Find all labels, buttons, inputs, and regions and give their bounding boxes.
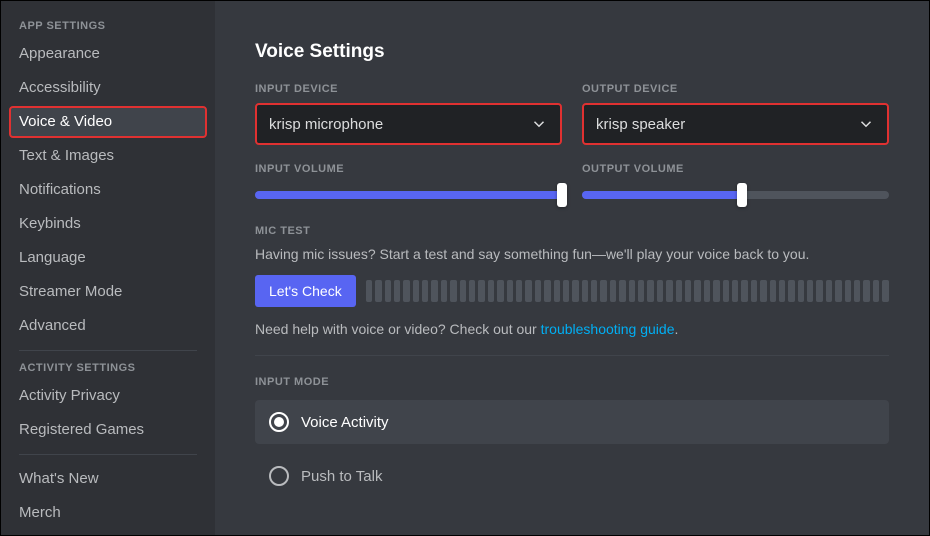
sidebar-item-registered-games[interactable]: Registered Games: [9, 414, 207, 446]
sidebar-item-notifications[interactable]: Notifications: [9, 174, 207, 206]
mic-test-label: Mic Test: [255, 225, 889, 237]
radio-unselected-icon: [269, 466, 289, 486]
mic-test-button[interactable]: Let's Check: [255, 275, 356, 307]
input-mode-voice-activity[interactable]: Voice Activity: [255, 400, 889, 444]
input-volume-slider[interactable]: [255, 183, 562, 207]
section-divider: [255, 355, 889, 356]
output-device-select[interactable]: krisp speaker: [582, 103, 889, 145]
radio-label: Push to Talk: [301, 468, 382, 485]
output-device-value: krisp speaker: [596, 116, 685, 133]
sidebar-item-accessibility[interactable]: Accessibility: [9, 72, 207, 104]
help-text-suffix: .: [675, 321, 679, 337]
chevron-down-icon: [857, 115, 875, 133]
help-text-prefix: Need help with voice or video? Check out…: [255, 321, 541, 337]
sidebar-item-keybinds[interactable]: Keybinds: [9, 208, 207, 240]
mic-test-description: Having mic issues? Start a test and say …: [255, 245, 889, 263]
sidebar-item-text-images[interactable]: Text & Images: [9, 140, 207, 172]
sidebar-item-streamer-mode[interactable]: Streamer Mode: [9, 276, 207, 308]
sidebar-item-advanced[interactable]: Advanced: [9, 310, 207, 342]
input-device-label: Input Device: [255, 83, 562, 95]
sidebar-item-language[interactable]: Language: [9, 242, 207, 274]
settings-sidebar: App Settings Appearance Accessibility Vo…: [1, 1, 215, 535]
input-device-value: krisp microphone: [269, 116, 383, 133]
sidebar-item-activity-privacy[interactable]: Activity Privacy: [9, 380, 207, 412]
mic-level-meter: [366, 280, 889, 302]
sidebar-divider: [19, 350, 197, 351]
help-text: Need help with voice or video? Check out…: [255, 321, 889, 337]
sidebar-item-whats-new[interactable]: What's New: [9, 463, 207, 495]
output-volume-slider[interactable]: [582, 183, 889, 207]
input-device-select[interactable]: krisp microphone: [255, 103, 562, 145]
troubleshooting-link[interactable]: troubleshooting guide: [541, 321, 675, 337]
radio-selected-icon: [269, 412, 289, 432]
section-header-activity-settings: Activity Settings: [9, 359, 207, 380]
sidebar-divider: [19, 454, 197, 455]
main-panel: Voice Settings Input Device krisp microp…: [215, 1, 929, 535]
sidebar-item-appearance[interactable]: Appearance: [9, 38, 207, 70]
sidebar-item-voice-video[interactable]: Voice & Video: [9, 106, 207, 138]
chevron-down-icon: [530, 115, 548, 133]
input-volume-label: Input Volume: [255, 163, 562, 175]
input-mode-push-to-talk[interactable]: Push to Talk: [255, 454, 889, 498]
output-device-label: Output Device: [582, 83, 889, 95]
input-mode-label: Input Mode: [255, 376, 889, 388]
page-title: Voice Settings: [255, 41, 889, 63]
sidebar-item-merch[interactable]: Merch: [9, 497, 207, 529]
output-volume-label: Output Volume: [582, 163, 889, 175]
section-header-app-settings: App Settings: [9, 17, 207, 38]
radio-label: Voice Activity: [301, 414, 389, 431]
